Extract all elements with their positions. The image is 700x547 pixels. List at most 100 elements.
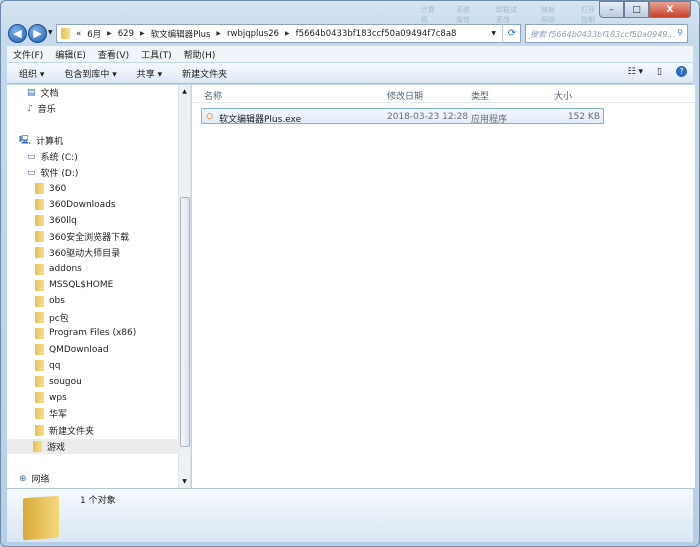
folder-icon [35, 279, 44, 291]
menu-help[interactable]: 帮助(H) [184, 48, 216, 61]
nav-item[interactable]: ▭ 系统 (C:) [27, 149, 78, 164]
menu-tools[interactable]: 工具(T) [141, 48, 172, 61]
scroll-thumb[interactable] [180, 197, 190, 447]
column-size[interactable]: 大小 [554, 89, 572, 102]
breadcrumb-item[interactable]: 软文编辑器Plus [151, 28, 211, 40]
nav-item[interactable]: 360Downloads [35, 197, 116, 212]
nav-item[interactable]: wps [35, 390, 67, 405]
nav-item[interactable]: 🖳 计算机 [19, 133, 63, 148]
search-input[interactable]: 搜索 f5664b0433bf183ccf50a0949... ⚲ [525, 24, 688, 43]
folder-icon [35, 231, 44, 243]
menu-view[interactable]: 查看(V) [98, 48, 129, 61]
recent-pages-dropdown-icon[interactable]: ▼ [48, 29, 53, 36]
nav-item-label: pc包 [49, 313, 69, 324]
nav-item[interactable]: addons [35, 262, 82, 277]
nav-item[interactable]: pc包 [35, 310, 69, 325]
nav-item[interactable]: sougou [35, 374, 82, 389]
nav-item-label: MSSQL$HOME [49, 280, 114, 291]
nav-item[interactable]: 360驱动大师目录 [35, 245, 120, 260]
preview-pane-icon[interactable]: ▯ [657, 67, 662, 77]
nav-item-label: 软件 (D:) [40, 169, 79, 179]
breadcrumb-item[interactable]: 6月 [87, 28, 101, 40]
address-bar[interactable]: « 6月 ▶ 629 ▶ 软文编辑器Plus ▶ rwbjqplus26 ▶ f5664… [56, 24, 521, 43]
folder-icon [61, 28, 70, 39]
scroll-up-icon[interactable]: ▲ [179, 88, 190, 95]
chevron-right-icon[interactable]: ▶ [140, 30, 145, 37]
folder-icon [35, 360, 44, 372]
search-placeholder: 搜索 f5664b0433bf183ccf50a0949... [530, 30, 676, 39]
nav-item[interactable]: ⊕ 网络 [19, 471, 50, 486]
column-type[interactable]: 类型 [471, 89, 489, 102]
nav-item[interactable]: MSSQL$HOME [35, 278, 113, 293]
menu-file[interactable]: 文件(F) [13, 48, 43, 61]
folder-icon [35, 424, 44, 436]
breadcrumb-item[interactable]: f5664b0433bf183ccf50a09494f7c8a8 [296, 29, 457, 39]
help-icon[interactable]: ? [676, 66, 687, 77]
blurred-text: 打开控制 [581, 6, 595, 24]
menu-edit[interactable]: 编辑(E) [55, 48, 86, 61]
column-name[interactable]: 名称 [204, 89, 222, 102]
folder-icon [35, 376, 44, 388]
folder-icon [35, 199, 44, 211]
nav-item[interactable]: 360llq [35, 213, 77, 228]
close-button[interactable]: X [649, 1, 691, 18]
nav-item[interactable]: 游戏 [7, 438, 179, 454]
nav-item[interactable]: 新建文件夹 [35, 423, 94, 438]
organize-button[interactable]: 组织 ▾ [19, 67, 44, 80]
nav-item[interactable]: ▤ 文档 [27, 85, 59, 100]
search-icon[interactable]: ⚲ [677, 28, 683, 37]
nav-item-label: 360安全浏览器下载 [49, 233, 130, 244]
nav-item[interactable]: Program Files (x86) [35, 326, 136, 341]
chevron-right-icon[interactable]: ▶ [216, 30, 221, 37]
title-bar-blurred: 计算机 系统属性 卸载或更改 映射网络 打开控制 [421, 5, 601, 24]
maximize-button[interactable]: □ [624, 1, 649, 18]
file-size: 152 KB [567, 112, 600, 122]
nav-item-label: 360Downloads [49, 199, 116, 210]
folder-icon [35, 215, 44, 227]
column-headers: 名称 修改日期 类型 大小 [192, 85, 695, 103]
file-name: 软文编辑器Plus.exe [219, 115, 302, 125]
item-count: 1 个对象 [80, 496, 116, 506]
menu-bar: 文件(F) 编辑(E) 查看(V) 工具(T) 帮助(H) [7, 46, 693, 62]
column-modified[interactable]: 修改日期 [387, 89, 423, 102]
file-modified: 2018-03-23 12:28 [387, 112, 469, 122]
folder-icon [33, 440, 42, 452]
file-row[interactable]: ⛭ 软文编辑器Plus.exe 2018-03-23 12:28 应用程序 15… [201, 108, 604, 125]
chevron-right-icon[interactable]: ▶ [107, 30, 112, 37]
nav-item-label: QMDownload [49, 344, 109, 355]
refresh-icon[interactable]: ⟳ [502, 24, 521, 43]
folder-icon [35, 183, 44, 194]
nav-item[interactable]: 360 [35, 181, 66, 196]
scroll-down-icon[interactable]: ▼ [179, 478, 190, 485]
navigation-pane: ▲ ▼ ▤ 文档 ♪ 音乐 🖳 计算机 ▭ 系统 (C:) ▭ 软件 (D:) 360 360Down… [7, 85, 191, 488]
new-folder-button[interactable]: 新建文件夹 [182, 67, 227, 80]
nav-item[interactable]: QMDownload [35, 342, 109, 357]
nav-item[interactable]: qq [35, 358, 60, 373]
nav-item-label: 计算机 [36, 137, 64, 147]
nav-item[interactable]: ♪ 音乐 [27, 101, 56, 116]
breadcrumb-overflow[interactable]: « [76, 29, 81, 39]
breadcrumb-item[interactable]: 629 [118, 29, 134, 39]
forward-button[interactable]: ▶ [28, 24, 47, 43]
folder-icon [23, 495, 59, 541]
nav-item[interactable]: 华军 [35, 406, 67, 421]
include-in-library-button[interactable]: 包含到库中 ▾ [64, 67, 116, 80]
nav-item-label: addons [49, 264, 82, 274]
view-options-icon[interactable]: ☷ ▾ [628, 67, 643, 77]
share-button[interactable]: 共享 ▾ [137, 67, 162, 80]
explorer-window: 计算机 系统属性 卸载或更改 映射网络 打开控制 – □ X ◀ ▶ ▼ « 6… [0, 0, 700, 547]
details-pane: 1 个对象 [7, 488, 693, 542]
nav-item[interactable]: 360安全浏览器下载 [35, 229, 129, 244]
minimize-button[interactable]: – [599, 1, 624, 18]
folder-icon [35, 392, 44, 404]
folder-icon [35, 344, 44, 355]
chevron-right-icon[interactable]: ▶ [285, 30, 290, 37]
nav-item[interactable]: ▭ 软件 (D:) [27, 165, 78, 180]
address-dropdown-icon[interactable]: ▼ [491, 30, 496, 37]
nav-item-label: 360 [49, 183, 67, 194]
breadcrumb-item[interactable]: rwbjqplus26 [227, 29, 279, 39]
nav-scrollbar[interactable]: ▲ ▼ [178, 85, 190, 488]
back-button[interactable]: ◀ [8, 24, 27, 43]
nav-item[interactable]: obs [35, 294, 65, 309]
nav-item-label: 文档 [40, 89, 59, 99]
